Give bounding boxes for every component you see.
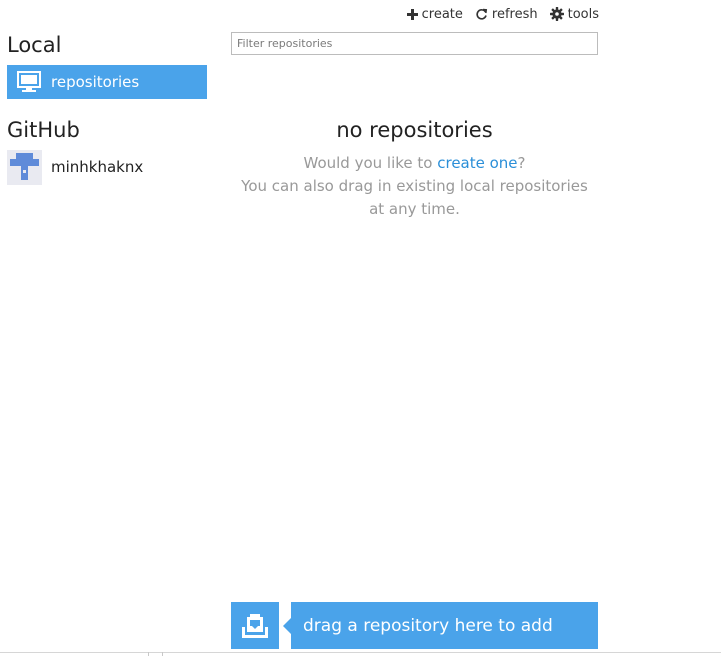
add-repository-drop-button[interactable]	[231, 602, 279, 649]
empty-state-title: no repositories	[336, 118, 493, 142]
filter-repositories-input[interactable]	[231, 32, 598, 55]
empty-line1-prefix: Would you like to	[303, 154, 438, 172]
account-label: minhkhaknx	[51, 158, 144, 176]
refresh-label: refresh	[491, 6, 538, 22]
refresh-icon	[476, 8, 488, 20]
app-window: create refresh tools Local repositories …	[0, 0, 721, 656]
refresh-button[interactable]: refresh	[475, 7, 538, 22]
empty-line1-suffix: ?	[517, 154, 526, 172]
local-heading: Local	[7, 33, 62, 57]
drop-zone-banner: drag a repository here to add	[283, 602, 598, 649]
toolbar: create refresh tools	[406, 4, 599, 24]
sidebar-item-repositories[interactable]: repositories	[7, 65, 207, 99]
bottom-splitter-1	[148, 652, 149, 656]
empty-line3: at any time.	[369, 200, 460, 218]
bottom-divider	[0, 652, 721, 653]
empty-state-message: Would you like to create one? You can al…	[231, 152, 598, 221]
sidebar-item-github-account[interactable]: minhkhaknx	[7, 149, 207, 185]
create-button[interactable]: create	[406, 6, 463, 22]
empty-state: no repositories Would you like to create…	[231, 118, 598, 221]
empty-line2: You can also drag in existing local repo…	[241, 177, 588, 195]
gear-icon	[549, 7, 564, 21]
identicon-icon	[10, 152, 39, 180]
tools-button[interactable]: tools	[549, 6, 599, 22]
avatar	[7, 149, 42, 185]
clipboard-download-icon	[242, 613, 268, 638]
sidebar-item-label: repositories	[51, 73, 140, 91]
monitor-icon	[7, 71, 51, 93]
github-heading: GitHub	[7, 118, 80, 142]
tools-label: tools	[567, 6, 599, 22]
bottom-splitter-2	[162, 652, 163, 656]
drop-zone-label: drag a repository here to add	[303, 615, 553, 636]
create-label: create	[421, 6, 463, 22]
create-one-link[interactable]: create one	[437, 154, 517, 172]
plus-icon	[406, 8, 418, 20]
